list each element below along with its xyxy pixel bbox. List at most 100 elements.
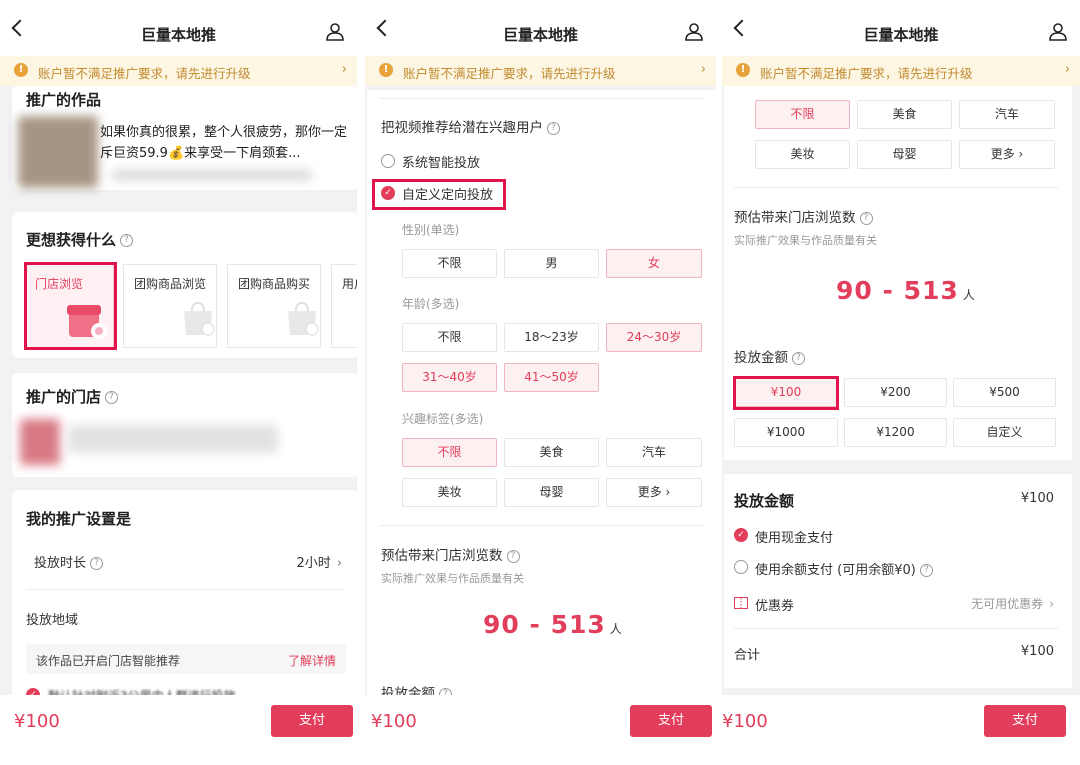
top-bar: 巨量本地推 bbox=[722, 0, 1080, 56]
estimate-range: 90 - 513 人 bbox=[483, 610, 623, 639]
upgrade-banner[interactable]: ! 账户暂不满足推广要求，请先进行升级 › bbox=[365, 56, 716, 86]
budget-200[interactable]: ¥200 bbox=[844, 378, 947, 407]
budget-500[interactable]: ¥500 bbox=[953, 378, 1056, 407]
budget-1000[interactable]: ¥1000 bbox=[734, 418, 838, 447]
work-meta-blurred bbox=[112, 170, 312, 180]
targeting-card-cont: 不限 美食 汽车 美妆 母婴 更多 › 预估带来门店浏览数? 实际推广效果与作品… bbox=[724, 86, 1072, 460]
video-thumbnail[interactable] bbox=[18, 116, 98, 188]
interest-food[interactable]: 美食 bbox=[504, 438, 599, 467]
user-icon[interactable] bbox=[684, 22, 704, 42]
recommend-title: 把视频推荐给潜在兴趣用户? bbox=[381, 116, 560, 136]
interest-unlimited[interactable]: 不限 bbox=[755, 100, 850, 129]
age-24-30[interactable]: 24～30岁 bbox=[606, 323, 702, 352]
help-icon[interactable]: ? bbox=[919, 564, 933, 577]
bottom-bar: ¥100 支付 bbox=[722, 695, 1080, 765]
bottom-bar: ¥100 支付 bbox=[365, 695, 716, 765]
highlight-box bbox=[372, 179, 506, 210]
radio-balance[interactable] bbox=[734, 560, 748, 574]
user-icon[interactable] bbox=[325, 22, 345, 42]
interest-car[interactable]: 汽车 bbox=[606, 438, 702, 467]
highlight-box bbox=[733, 376, 839, 410]
help-icon[interactable]: ? bbox=[105, 391, 119, 404]
budget-1200[interactable]: ¥1200 bbox=[844, 418, 947, 447]
pay-button[interactable]: 支付 bbox=[630, 705, 712, 737]
store-name-blurred bbox=[68, 425, 278, 453]
help-icon[interactable]: ? bbox=[859, 211, 873, 225]
top-bar: 巨量本地推 bbox=[0, 0, 357, 56]
age-18-23[interactable]: 18～23岁 bbox=[504, 323, 599, 352]
divider bbox=[734, 187, 1058, 188]
total-value: ¥100 bbox=[1020, 644, 1054, 659]
gender-female[interactable]: 女 bbox=[606, 249, 702, 278]
help-icon[interactable]: ? bbox=[90, 557, 104, 570]
goal-label: 团购商品浏览 bbox=[134, 277, 207, 291]
pay-balance-label: 使用余额支付 (可用余额¥0)? bbox=[755, 559, 933, 578]
interest-more[interactable]: 更多 › bbox=[959, 140, 1055, 169]
highlight-box bbox=[24, 262, 117, 350]
targeting-card: 把视频推荐给潜在兴趣用户? 系统智能投放 ✓ 自定义定向投放 性别(单选) 不限… bbox=[367, 90, 716, 710]
interest-more[interactable]: 更多 › bbox=[606, 478, 702, 507]
gender-male[interactable]: 男 bbox=[504, 249, 599, 278]
interest-food[interactable]: 美食 bbox=[857, 100, 952, 129]
divider bbox=[26, 589, 344, 590]
upgrade-banner[interactable]: ! 账户暂不满足推广要求，请先进行升级 › bbox=[722, 56, 1080, 86]
goal-deal-buy[interactable]: 团购商品购买 bbox=[227, 264, 321, 348]
duration-value[interactable]: 2小时 › bbox=[297, 552, 342, 571]
interest-unlimited[interactable]: 不限 bbox=[402, 438, 497, 467]
help-icon[interactable]: ? bbox=[547, 121, 560, 135]
help-icon[interactable]: ? bbox=[120, 234, 134, 247]
radio-cash[interactable]: ✓ bbox=[734, 528, 748, 542]
store-logo-blurred bbox=[20, 419, 60, 465]
work-description: 如果你真的很累，整个人很疲劳，那你一定斥巨资59.9💰来享受一下肩颈套... bbox=[100, 125, 348, 161]
option-smart-label: 系统智能投放 bbox=[402, 156, 481, 171]
goal-title: 更想获得什么? bbox=[26, 229, 134, 250]
age-label: 年龄(多选) bbox=[402, 297, 460, 311]
age-31-40[interactable]: 31～40岁 bbox=[402, 363, 497, 392]
screen-2: 巨量本地推 ! 账户暂不满足推广要求，请先进行升级 › 把视频推荐给潜在兴趣用户… bbox=[365, 0, 716, 765]
summary-amount: ¥100 bbox=[1020, 491, 1054, 506]
store-title: 推广的门店? bbox=[26, 386, 119, 407]
radio-smart[interactable] bbox=[381, 154, 395, 168]
total-label: 合计 bbox=[734, 648, 761, 663]
gender-unlimited[interactable]: 不限 bbox=[402, 249, 497, 278]
age-41-50[interactable]: 41～50岁 bbox=[504, 363, 599, 392]
chevron-right-icon: › bbox=[1064, 62, 1070, 77]
pay-cash-label: 使用现金支付 bbox=[755, 531, 834, 546]
interest-baby[interactable]: 母婴 bbox=[857, 140, 952, 169]
page-title: 巨量本地推 bbox=[140, 26, 216, 44]
summary-title: 投放金额 bbox=[734, 492, 795, 510]
warning-icon: ! bbox=[379, 63, 393, 77]
interest-car[interactable]: 汽车 bbox=[959, 100, 1055, 129]
interest-beauty[interactable]: 美妆 bbox=[402, 478, 497, 507]
learn-more-link[interactable]: 了解详情 bbox=[288, 652, 336, 669]
help-icon[interactable]: ? bbox=[792, 351, 805, 365]
bag-icon bbox=[184, 301, 215, 336]
pay-button[interactable]: 支付 bbox=[271, 705, 353, 737]
total-price: ¥100 bbox=[722, 711, 768, 732]
coupon-value[interactable]: 无可用优惠券 › bbox=[971, 595, 1054, 612]
user-icon[interactable] bbox=[1048, 22, 1068, 42]
smart-recommend-note: 该作品已开启门店智能推荐 了解详情 bbox=[26, 644, 346, 674]
interest-beauty[interactable]: 美妆 bbox=[755, 140, 850, 169]
goal-deal-view[interactable]: 团购商品浏览 bbox=[123, 264, 217, 348]
banner-text: 账户暂不满足推广要求，请先进行升级 bbox=[38, 66, 251, 81]
pay-button[interactable]: 支付 bbox=[984, 705, 1066, 737]
warning-icon: ! bbox=[14, 63, 28, 77]
interest-baby[interactable]: 母婴 bbox=[504, 478, 599, 507]
divider bbox=[734, 628, 1058, 629]
note-text: 该作品已开启门店智能推荐 bbox=[36, 654, 181, 668]
help-icon[interactable]: ? bbox=[506, 549, 520, 563]
age-unlimited[interactable]: 不限 bbox=[402, 323, 497, 352]
store-card: 推广的门店? bbox=[12, 373, 357, 477]
budget-custom[interactable]: 自定义 bbox=[953, 418, 1056, 447]
coupon-icon bbox=[734, 597, 748, 609]
estimate-title: 预估带来门店浏览数? bbox=[381, 544, 520, 564]
region-label: 投放地域 bbox=[26, 613, 79, 628]
top-bar: 巨量本地推 bbox=[365, 0, 716, 56]
upgrade-banner[interactable]: ! 账户暂不满足推广要求，请先进行升级 › bbox=[0, 56, 357, 86]
estimate-note: 实际推广效果与作品质量有关 bbox=[381, 572, 524, 585]
bag-check-icon bbox=[288, 301, 319, 336]
works-card: 推广的作品 如果你真的很累，整个人很疲劳，那你一定斥巨资59.9💰来享受一下肩颈… bbox=[12, 86, 357, 190]
payment-card: 投放金额 ¥100 ✓ 使用现金支付 使用余额支付 (可用余额¥0)? 优惠券 … bbox=[724, 474, 1072, 688]
goal-user[interactable]: 用户 bbox=[331, 264, 357, 348]
